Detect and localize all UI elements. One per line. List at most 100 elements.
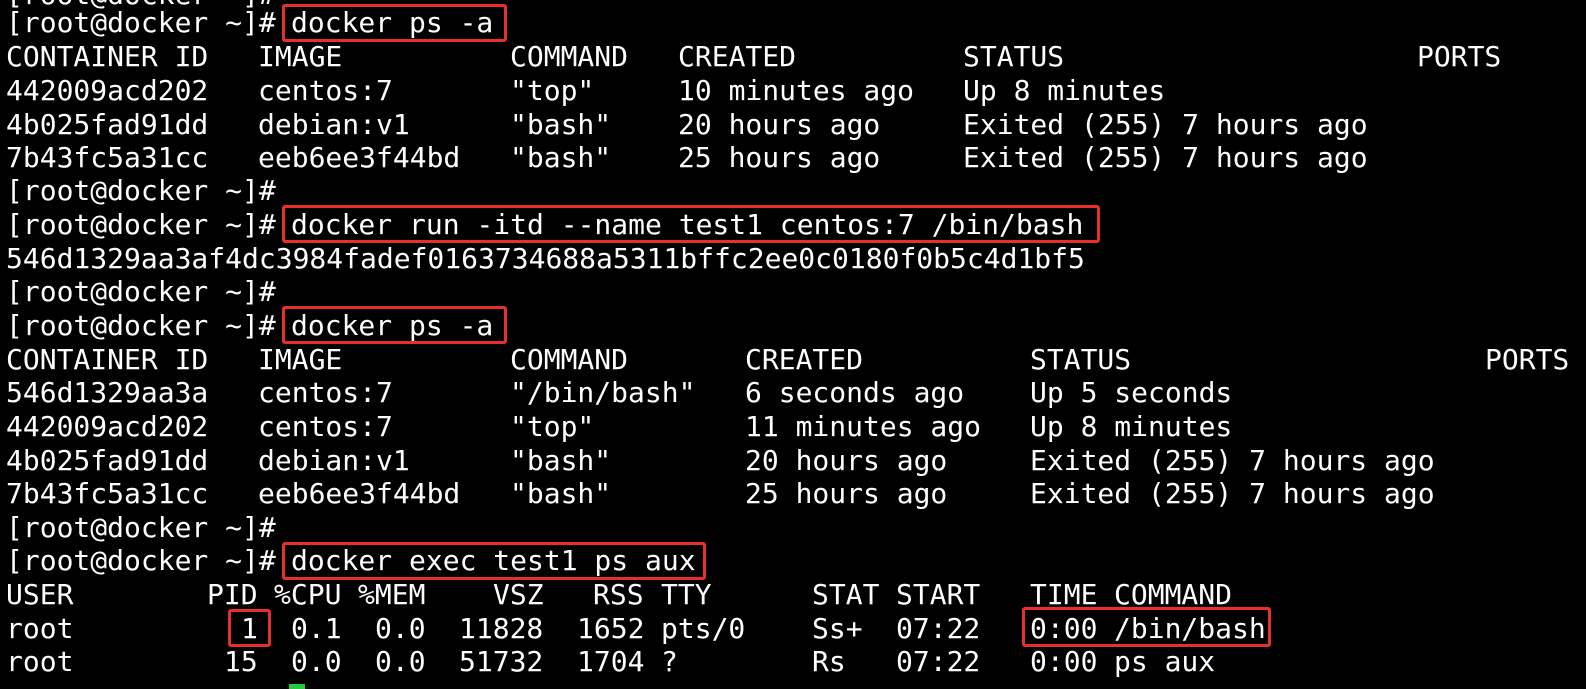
table-row: 7b43fc5a31cc eeb6ee3f44bd "bash" 25 hour… xyxy=(6,477,1435,511)
container-status: Exited (255) 7 hours ago xyxy=(963,108,1368,141)
container-status: Exited (255) 7 hours ago xyxy=(1030,444,1435,477)
container-command: "bash" xyxy=(510,108,612,141)
process-start: 07:22 xyxy=(896,612,981,645)
container-status: Exited (255) 7 hours ago xyxy=(1030,477,1435,510)
column-header: STAT xyxy=(812,578,880,611)
created-time: 6 seconds ago xyxy=(745,376,965,409)
process-start: 07:22 xyxy=(896,645,981,678)
shell-prompt: [root@docker ~]# xyxy=(6,174,276,207)
process-tty: pts/0 xyxy=(661,612,746,645)
shell-prompt: [root@docker ~]# xyxy=(6,309,276,342)
table-row: 442009acd202 centos:7 "top" 11 minutes a… xyxy=(6,410,1232,444)
column-header: PORTS xyxy=(1485,343,1570,376)
command-text: docker ps -a xyxy=(291,6,494,39)
column-header: %MEM xyxy=(358,578,426,611)
table-row: 442009acd202 centos:7 "top" 10 minutes a… xyxy=(6,74,1165,108)
full-container-id: 546d1329aa3af4dc3984fadef0163734688a5311… xyxy=(6,242,1085,275)
column-header: COMMAND xyxy=(510,40,629,73)
process-command: /bin/bash xyxy=(1114,612,1266,645)
created-time: 10 minutes ago xyxy=(678,74,915,107)
image-name: centos:7 xyxy=(258,74,393,107)
process-time: 0:00 xyxy=(1030,612,1098,645)
table-row: root 15 0.0 0.0 51732 1704 ? Rs 07:22 0:… xyxy=(6,645,1215,679)
container-command: "bash" xyxy=(510,477,612,510)
image-name: eeb6ee3f44bd xyxy=(258,141,461,174)
terminal-line: [root@docker ~]# docker exec test1 ps au… xyxy=(6,544,696,578)
created-time: 20 hours ago xyxy=(745,444,948,477)
process-vsz: 51732 xyxy=(459,645,544,678)
command-output: 546d1329aa3af4dc3984fadef0163734688a5311… xyxy=(6,242,1085,276)
terminal-line: [root@docker ~]# xyxy=(6,511,276,545)
table-header-row: USER PID %CPU %MEM VSZ RSS TTY STAT STAR… xyxy=(6,578,1232,612)
terminal-line: [root@docker ~]# docker run -itd --name … xyxy=(6,208,1083,242)
process-cpu: 0.0 xyxy=(291,645,342,678)
column-header: USER xyxy=(6,578,74,611)
column-header: IMAGE xyxy=(258,343,343,376)
shell-prompt: [root@docker ~]# xyxy=(6,208,276,241)
process-vsz: 11828 xyxy=(459,612,544,645)
table-row: root 1 0.1 0.0 11828 1652 pts/0 Ss+ 07:2… xyxy=(6,612,1266,646)
column-header: STATUS xyxy=(963,40,1065,73)
column-header: COMMAND xyxy=(510,343,629,376)
process-command: ps aux xyxy=(1114,645,1216,678)
column-header: STATUS xyxy=(1030,343,1132,376)
created-time: 20 hours ago xyxy=(678,108,881,141)
column-header: CONTAINER ID xyxy=(6,343,209,376)
process-stat: Rs xyxy=(812,645,846,678)
process-mem: 0.0 xyxy=(375,612,426,645)
process-pid: 1 xyxy=(241,612,258,645)
terminal-line: [root@docker ~]# xyxy=(6,174,276,208)
container-id: 7b43fc5a31cc xyxy=(6,141,209,174)
shell-prompt: [root@docker ~]# xyxy=(6,275,276,308)
process-stat: Ss+ xyxy=(812,612,863,645)
shell-prompt: [root@docker ~]# xyxy=(6,6,276,39)
container-command: "bash" xyxy=(510,141,612,174)
image-name: centos:7 xyxy=(258,376,393,409)
terminal-window[interactable]: [root@docker ~]# [root@docker ~]# docker… xyxy=(0,0,1586,689)
shell-prompt: [root@docker ~]# xyxy=(6,544,276,577)
column-header: COMMAND xyxy=(1114,578,1233,611)
image-name: centos:7 xyxy=(258,410,393,443)
column-header: TIME xyxy=(1030,578,1098,611)
created-time: 11 minutes ago xyxy=(745,410,982,443)
container-command: "top" xyxy=(510,74,595,107)
terminal-cursor xyxy=(289,684,305,689)
container-command: "top" xyxy=(510,410,595,443)
process-user: root xyxy=(6,612,74,645)
table-header-row: CONTAINER ID IMAGE COMMAND CREATED STATU… xyxy=(6,343,1569,377)
column-header: RSS xyxy=(593,578,644,611)
command-text: docker exec test1 ps aux xyxy=(291,544,696,577)
process-cpu: 0.1 xyxy=(291,612,342,645)
column-header: CONTAINER ID xyxy=(6,40,209,73)
column-header: IMAGE xyxy=(258,40,343,73)
column-header: %CPU xyxy=(274,578,342,611)
column-header: CREATED xyxy=(678,40,797,73)
terminal-line: [root@docker ~]# xyxy=(6,275,276,309)
column-header: CREATED xyxy=(745,343,864,376)
terminal-line: [root@docker ~]# docker ps -a xyxy=(6,309,493,343)
image-name: debian:v1 xyxy=(258,444,410,477)
container-id: 442009acd202 xyxy=(6,74,209,107)
container-id: 442009acd202 xyxy=(6,410,209,443)
created-time: 25 hours ago xyxy=(678,141,881,174)
container-id: 4b025fad91dd xyxy=(6,444,209,477)
column-header: PID xyxy=(207,578,258,611)
command-text: docker ps -a xyxy=(291,309,494,342)
container-status: Exited (255) 7 hours ago xyxy=(963,141,1368,174)
table-header-row: CONTAINER ID IMAGE COMMAND CREATED STATU… xyxy=(6,40,1501,74)
column-header: TTY xyxy=(661,578,712,611)
created-time: 25 hours ago xyxy=(745,477,948,510)
terminal-line: [root@docker ~]# docker ps -a xyxy=(6,6,493,40)
column-header: VSZ xyxy=(493,578,544,611)
container-command: "/bin/bash" xyxy=(510,376,696,409)
container-status: Up 8 minutes xyxy=(963,74,1166,107)
process-pid: 15 xyxy=(224,645,258,678)
process-time: 0:00 xyxy=(1030,645,1098,678)
container-id: 546d1329aa3a xyxy=(6,376,209,409)
image-name: eeb6ee3f44bd xyxy=(258,477,461,510)
process-rss: 1652 xyxy=(577,612,645,645)
shell-prompt: [root@docker ~]# xyxy=(6,511,276,544)
image-name: debian:v1 xyxy=(258,108,410,141)
table-row: 546d1329aa3a centos:7 "/bin/bash" 6 seco… xyxy=(6,376,1232,410)
process-mem: 0.0 xyxy=(375,645,426,678)
